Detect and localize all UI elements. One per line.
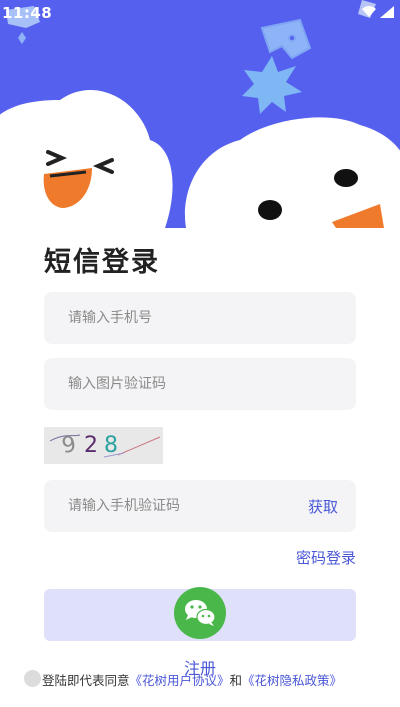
wechat-login-button[interactable]	[174, 587, 226, 639]
star-burst-icon	[242, 56, 302, 114]
status-time: 11:48	[2, 4, 53, 22]
wifi-icon	[362, 6, 376, 17]
password-login-link[interactable]: 密码登录	[296, 547, 356, 568]
gamepad-icon	[260, 18, 312, 60]
agreement-and: 和	[229, 673, 243, 688]
mascot-illustration	[0, 0, 400, 228]
agreement-text: 登陆即代表同意《花树用户协议》和《花树隐私政策》	[42, 670, 342, 689]
left-mascot	[0, 90, 173, 228]
status-bar: 11:48	[0, 0, 400, 24]
user-agreement-link[interactable]: 《花树用户协议》	[130, 673, 230, 688]
get-code-button[interactable]: 获取	[308, 496, 338, 517]
agree-checkbox-icon[interactable]	[24, 670, 41, 687]
image-code-input[interactable]	[44, 358, 356, 410]
captcha-image[interactable]: 9 2 8	[44, 427, 163, 464]
header-banner: 11:48	[0, 0, 400, 228]
page-title: 短信登录	[44, 247, 160, 278]
captcha-digit: 8	[104, 433, 118, 458]
agreement-prefix: 登陆即代表同意	[42, 673, 130, 688]
wechat-icon	[185, 600, 216, 626]
image-code-field[interactable]	[44, 358, 356, 410]
agreement-row: 登陆即代表同意《花树用户协议》和《花树隐私政策》	[24, 669, 394, 689]
captcha-digit: 2	[84, 433, 98, 458]
phone-field[interactable]	[44, 292, 356, 344]
signal-icon	[380, 6, 394, 18]
right-mascot	[185, 117, 400, 228]
sms-code-field[interactable]: 获取	[44, 480, 356, 532]
privacy-policy-link[interactable]: 《花树隐私政策》	[242, 673, 342, 688]
phone-input[interactable]	[44, 292, 356, 344]
